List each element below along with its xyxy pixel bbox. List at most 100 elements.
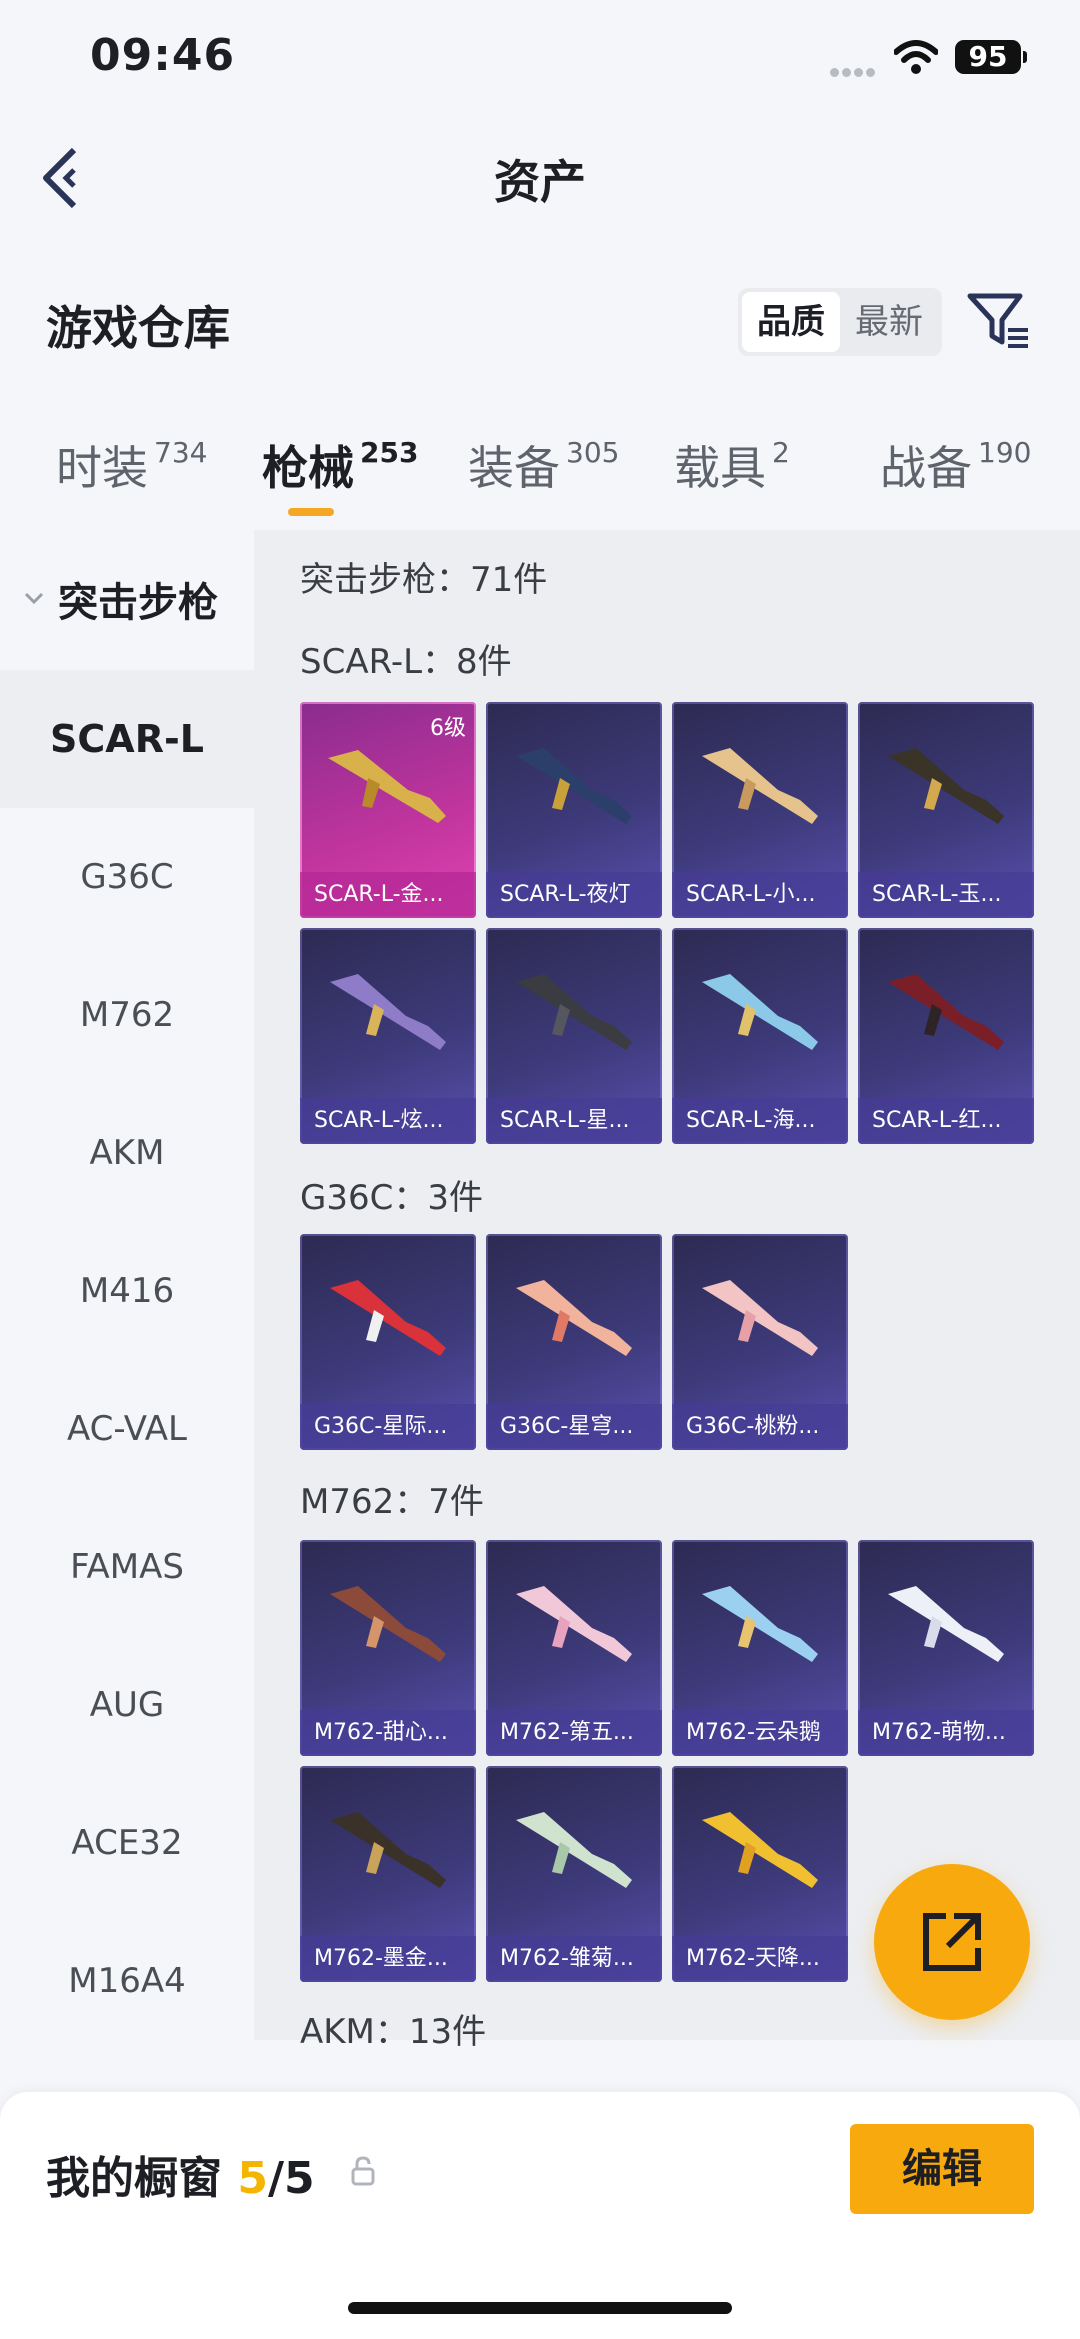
rifle-icon (328, 750, 446, 823)
group-title-m762: M762：7件 (300, 1482, 484, 1522)
rifle-icon (516, 748, 632, 824)
sidebar-item-aug[interactable]: AUG (0, 1636, 254, 1774)
sidebar-item-ace32[interactable]: ACE32 (0, 1774, 254, 1912)
signal-icon (830, 62, 878, 77)
item-card[interactable]: M762-雏菊... (486, 1766, 662, 1982)
tab-count: 253 (360, 436, 419, 469)
item-card[interactable]: SCAR-L-红... (858, 928, 1034, 1144)
page-title: 资产 (494, 155, 586, 209)
rifle-icon (702, 974, 818, 1050)
sidebar-item-famas[interactable]: FAMAS (0, 1498, 254, 1636)
item-card[interactable]: SCAR-L-海... (672, 928, 848, 1144)
tab-vehicles[interactable]: 载具 2 (674, 432, 790, 498)
sidebar-item-ac-val[interactable]: AC-VAL (0, 1360, 254, 1498)
tab-supplies[interactable]: 战备 190 (880, 432, 1031, 498)
sidebar-item-m416[interactable]: M416 (0, 1222, 254, 1360)
wifi-icon (894, 40, 938, 74)
sort-option-quality[interactable]: 品质 (742, 292, 840, 352)
tab-label: 时装 (56, 441, 148, 495)
rifle-icon (516, 1812, 632, 1888)
sidebar-item-scar-l[interactable]: SCAR-L (0, 670, 254, 808)
tab-label: 装备 (468, 441, 560, 495)
item-card[interactable]: M762-萌物... (858, 1540, 1034, 1756)
item-card[interactable]: G36C-星际... (300, 1234, 476, 1450)
edit-button[interactable]: 编辑 (850, 2124, 1034, 2214)
showcase-count-current: 5 (237, 2153, 268, 2204)
tab-label: 枪械 (262, 441, 354, 495)
sidebar-item-m762[interactable]: M762 (0, 946, 254, 1084)
rifle-icon (702, 1586, 818, 1662)
item-card[interactable]: M762-天降... (672, 1766, 848, 1982)
lock-icon (351, 2156, 375, 2186)
filter-icon[interactable] (966, 290, 1032, 352)
rifle-icon (516, 1280, 632, 1356)
sidebar-category[interactable]: 突击步枪 (0, 560, 254, 640)
item-name: M762-雏菊... (486, 1936, 662, 1982)
sidebar-item-g36c[interactable]: G36C (0, 808, 254, 946)
rifle-icon (702, 1812, 818, 1888)
group-title-akm: AKM：13件 (300, 2012, 487, 2052)
item-card[interactable]: 6级 SCAR-L-金... (300, 702, 476, 918)
group-title-g36c: G36C：3件 (300, 1178, 483, 1218)
item-name: SCAR-L-海... (672, 1098, 848, 1144)
sort-option-latest[interactable]: 最新 (840, 292, 938, 352)
sidebar-item-m16a4[interactable]: M16A4 (0, 1912, 254, 2050)
rifle-icon (888, 748, 1004, 824)
rifle-icon (516, 1586, 632, 1662)
item-name: M762-第五... (486, 1710, 662, 1756)
item-name: SCAR-L-玉... (858, 872, 1034, 918)
item-name: SCAR-L-小... (672, 872, 848, 918)
tab-indicator (288, 508, 334, 516)
category-total: 突击步枪：71件 (300, 560, 548, 600)
item-card[interactable]: G36C-桃粉... (672, 1234, 848, 1450)
rifle-icon (330, 1280, 446, 1356)
sidebar-item-akm[interactable]: AKM (0, 1084, 254, 1222)
item-card[interactable]: SCAR-L-夜灯 (486, 702, 662, 918)
share-button[interactable] (874, 1864, 1030, 2020)
rifle-icon (516, 974, 632, 1050)
item-name: M762-甜心... (300, 1710, 476, 1756)
item-card[interactable]: M762-第五... (486, 1540, 662, 1756)
tab-label: 载具 (674, 441, 766, 495)
section-title: 游戏仓库 (46, 301, 230, 355)
rifle-icon (888, 974, 1004, 1050)
tab-firearms[interactable]: 枪械 253 (262, 432, 418, 498)
item-card[interactable]: SCAR-L-炫... (300, 928, 476, 1144)
rifle-icon (330, 974, 446, 1050)
chevron-down-icon (24, 592, 44, 604)
tab-fashion[interactable]: 时装 734 (56, 432, 207, 498)
showcase-title: 我的橱窗 (46, 2153, 222, 2204)
battery-indicator: 95 (955, 40, 1027, 74)
rifle-icon (702, 1280, 818, 1356)
item-name: SCAR-L-金... (300, 872, 476, 918)
item-name: SCAR-L-炫... (300, 1098, 476, 1144)
item-card[interactable]: SCAR-L-玉... (858, 702, 1034, 918)
tab-count: 734 (154, 436, 208, 469)
tab-equipment[interactable]: 装备 305 (468, 432, 619, 498)
home-indicator (348, 2302, 732, 2314)
sidebar-category-label: 突击步枪 (58, 580, 218, 626)
item-card[interactable]: M762-云朵鹅 (672, 1540, 848, 1756)
sort-toggle: 品质 最新 (738, 288, 942, 356)
tab-count: 2 (772, 436, 790, 469)
item-name: SCAR-L-夜灯 (486, 872, 662, 918)
tab-label: 战备 (880, 441, 972, 495)
tab-count: 190 (978, 436, 1032, 469)
item-name: M762-天降... (672, 1936, 848, 1982)
item-card[interactable]: SCAR-L-小... (672, 702, 848, 918)
item-card[interactable]: M762-墨金... (300, 1766, 476, 1982)
share-external-icon (923, 1913, 981, 1971)
item-name: G36C-星际... (300, 1404, 476, 1450)
item-name: SCAR-L-星... (486, 1098, 662, 1144)
rifle-icon (330, 1812, 446, 1888)
item-name: SCAR-L-红... (858, 1098, 1034, 1144)
level-badge: 6级 (430, 716, 466, 741)
rifle-icon (330, 1586, 446, 1662)
rifle-icon (888, 1586, 1004, 1662)
item-card[interactable]: M762-甜心... (300, 1540, 476, 1756)
rifle-icon (702, 748, 818, 824)
item-name: G36C-星穹... (486, 1404, 662, 1450)
item-card[interactable]: SCAR-L-星... (486, 928, 662, 1144)
item-name: G36C-桃粉... (672, 1404, 848, 1450)
item-card[interactable]: G36C-星穹... (486, 1234, 662, 1450)
